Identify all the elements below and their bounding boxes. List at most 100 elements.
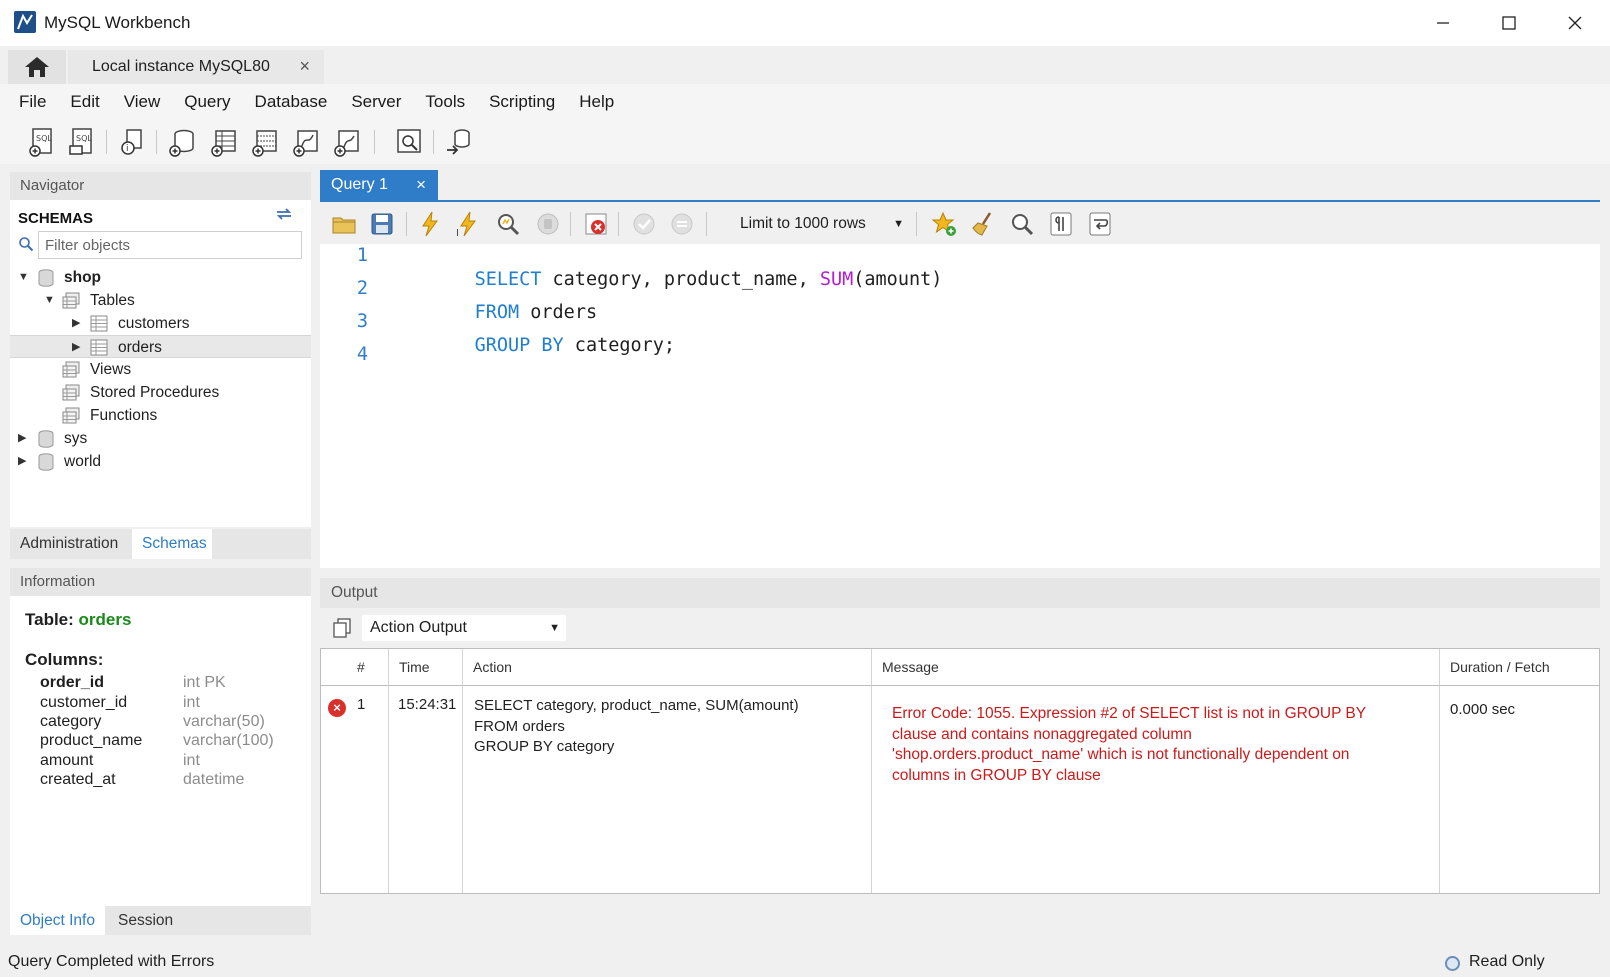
tab-object-info[interactable]: Object Info (10, 906, 105, 935)
collapsed-triangle-icon[interactable]: ▶ (72, 336, 80, 359)
minimize-button[interactable] (1410, 0, 1476, 46)
navigator-header: Navigator (10, 172, 311, 200)
mysql-workbench-logo-icon (14, 11, 36, 33)
sql-editor[interactable]: 1 2 3 4 SELECT category, product_name, S… (320, 244, 1600, 568)
column-row: category varchar(50) (40, 713, 310, 733)
open-sql-script-icon[interactable]: SQL (66, 126, 98, 158)
sql-text: category; (563, 335, 676, 356)
query-tab-bar: Query 1 × (320, 170, 1600, 202)
read-only-label: Read Only (1469, 953, 1545, 970)
create-schema-icon[interactable] (166, 126, 198, 158)
close-window-button[interactable] (1542, 0, 1608, 46)
maximize-button[interactable] (1476, 0, 1542, 46)
menu-server[interactable]: Server (342, 92, 410, 112)
search-table-data-icon[interactable] (393, 126, 425, 158)
row-duration: 0.000 sec (1450, 701, 1516, 718)
tree-node-stored-procedures[interactable]: Stored Procedures (10, 381, 311, 404)
column-name: category (40, 713, 102, 730)
sql-keyword: GROUP BY (474, 335, 564, 356)
tree-node-tables[interactable]: ▼ Tables (10, 289, 311, 312)
collapsed-triangle-icon[interactable]: ▶ (72, 312, 80, 335)
database-icon (38, 430, 54, 448)
expanded-triangle-icon[interactable]: ▼ (18, 266, 29, 289)
info-table-line: Table: orders (25, 610, 131, 630)
stop-icon[interactable] (534, 210, 562, 238)
rollback-icon[interactable] (668, 210, 696, 238)
line-number: 2 (356, 278, 368, 299)
tree-node-orders[interactable]: ▶ orders (10, 335, 311, 358)
collapsed-triangle-icon[interactable]: ▶ (18, 450, 26, 473)
menu-tools[interactable]: Tools (416, 92, 474, 112)
limit-rows-select[interactable]: Limit to 1000 rows ▼ (730, 212, 910, 236)
explain-icon[interactable] (494, 210, 522, 238)
create-view-icon[interactable] (249, 126, 281, 158)
instance-tab[interactable]: Local instance MySQL80 × (68, 50, 324, 84)
inspector-icon[interactable]: i (116, 126, 148, 158)
column-row: created_at datetime (40, 771, 310, 791)
close-tab-icon[interactable]: × (299, 56, 310, 77)
tree-node-views[interactable]: Views (10, 358, 311, 381)
information-header: Information (10, 568, 311, 596)
refresh-schemas-icon[interactable] (275, 206, 293, 226)
tables-folder-icon (62, 292, 80, 309)
create-table-icon[interactable] (208, 126, 240, 158)
beautify-broom-icon[interactable] (970, 210, 998, 238)
chevron-down-icon: ▼ (893, 218, 904, 230)
column-header-time[interactable]: Time (389, 649, 463, 686)
open-file-icon[interactable] (330, 210, 358, 238)
menu-query[interactable]: Query (175, 92, 239, 112)
new-sql-tab-icon[interactable]: SQL (26, 126, 58, 158)
column-type: varchar(50) (183, 713, 265, 730)
home-tab[interactable] (8, 50, 66, 84)
tab-session[interactable]: Session (108, 906, 183, 935)
tab-query-1[interactable]: Query 1 × (320, 170, 438, 200)
stop-on-error-icon[interactable] (582, 210, 610, 238)
navigator-tabs: Administration Schemas (10, 529, 311, 559)
tree-node-customers[interactable]: ▶ customers (10, 312, 311, 335)
svg-text:SQL: SQL (36, 134, 52, 143)
save-icon[interactable] (368, 210, 396, 238)
menu-file[interactable]: File (10, 92, 55, 112)
sql-editor-toolbar: I Limit to 1000 rows ▼ (320, 204, 1600, 244)
output-type-select[interactable]: Action Output ▼ (362, 615, 566, 641)
collapsed-triangle-icon[interactable]: ▶ (18, 427, 26, 450)
tree-node-functions[interactable]: Functions (10, 404, 311, 427)
close-query-tab-icon[interactable]: × (416, 170, 426, 200)
menu-view[interactable]: View (115, 92, 170, 112)
menu-edit[interactable]: Edit (61, 92, 108, 112)
filter-objects-input[interactable] (39, 232, 301, 258)
svg-text:I: I (456, 228, 459, 238)
code-line-3: GROUP BY category; (430, 310, 676, 382)
row-action: SELECT category, product_name, SUM(amoun… (474, 696, 799, 758)
column-header-action[interactable]: Action (463, 649, 872, 686)
menu-help[interactable]: Help (570, 92, 623, 112)
invisible-characters-icon[interactable] (1047, 210, 1075, 238)
column-name: order_id (40, 674, 105, 691)
column-header-num[interactable]: # (321, 649, 389, 686)
menu-scripting[interactable]: Scripting (480, 92, 564, 112)
column-header-message[interactable]: Message (872, 649, 1440, 686)
sql-function: SUM (819, 269, 854, 290)
column-header-duration[interactable]: Duration / Fetch (1440, 649, 1599, 686)
tree-node-sys[interactable]: ▶ sys (10, 427, 311, 450)
output-controls: Action Output ▼ (320, 608, 1600, 648)
create-function-icon[interactable] (331, 126, 363, 158)
add-snippet-star-icon[interactable] (930, 210, 958, 238)
create-procedure-icon[interactable] (290, 126, 322, 158)
find-replace-icon[interactable] (1008, 210, 1036, 238)
commit-icon[interactable] (630, 210, 658, 238)
column-row: product_name varchar(100) (40, 732, 310, 752)
copy-icon[interactable] (332, 618, 352, 638)
tab-administration[interactable]: Administration (10, 529, 128, 559)
execute-all-icon[interactable] (416, 210, 444, 238)
execute-current-statement-icon[interactable]: I (454, 210, 482, 238)
reconnect-icon[interactable] (443, 126, 475, 158)
expanded-triangle-icon[interactable]: ▼ (44, 289, 55, 312)
menu-database[interactable]: Database (246, 92, 337, 112)
tree-label-world: world (64, 453, 102, 470)
tree-node-shop[interactable]: ▼ shop (10, 266, 311, 289)
word-wrap-icon[interactable] (1086, 210, 1114, 238)
info-columns-label: Columns: (25, 650, 104, 669)
tab-schemas[interactable]: Schemas (132, 529, 212, 559)
tree-node-world[interactable]: ▶ world (10, 450, 311, 473)
